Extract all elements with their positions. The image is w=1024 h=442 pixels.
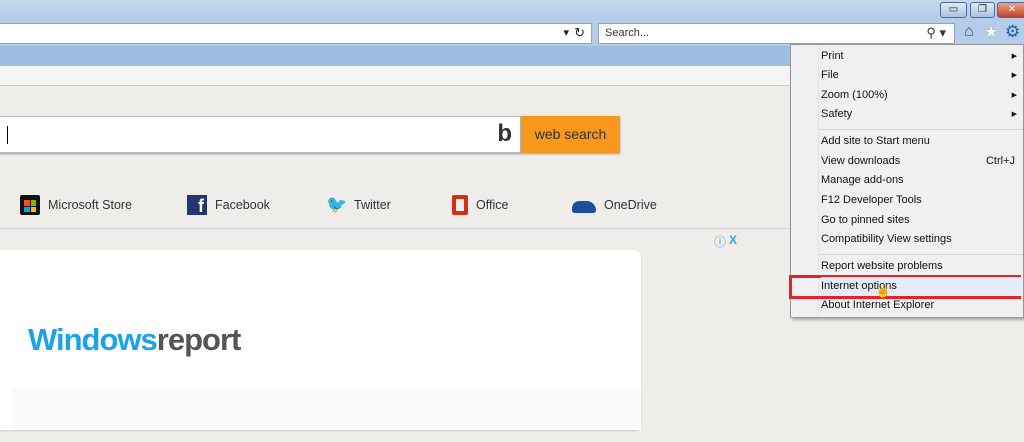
address-bar[interactable]: ▾ ↻: [0, 23, 592, 44]
menu-item-file[interactable]: File ▶: [821, 66, 1021, 85]
divider: [0, 228, 790, 229]
facebook-icon: f: [187, 195, 207, 216]
link-label: Twitter: [354, 198, 391, 212]
menu-label: View downloads: [821, 155, 901, 167]
menu-label: Add site to Start menu: [821, 135, 930, 147]
link-label: Facebook: [215, 198, 270, 212]
link-onedrive[interactable]: OneDrive: [572, 196, 657, 214]
link-label: Office: [476, 198, 509, 212]
menu-label: Report website problems: [821, 260, 943, 272]
search-icon[interactable]: ⚲ ▾: [926, 25, 946, 41]
menu-shortcut: Ctrl+J: [985, 155, 1015, 167]
menu-item-manage-addons[interactable]: Manage add-ons: [821, 171, 1021, 190]
favorites-star-icon[interactable]: ★: [984, 22, 998, 42]
home-icon[interactable]: ⌂: [964, 23, 974, 41]
submenu-arrow-icon: ▶: [1011, 72, 1017, 79]
minimize-button[interactable]: ▭: [940, 2, 967, 18]
menu-separator: [819, 254, 1023, 255]
ad-info-icon[interactable]: ⓘ: [714, 233, 726, 250]
menu-item-about-ie[interactable]: About Internet Explorer: [821, 296, 1021, 315]
ad-close-button[interactable]: X: [729, 233, 737, 247]
menu-item-view-downloads[interactable]: View downloads Ctrl+J: [821, 152, 1021, 171]
submenu-arrow-icon: ▶: [1011, 92, 1017, 99]
menu-item-pinned-sites[interactable]: Go to pinned sites: [821, 211, 1021, 230]
toolbar: ▾ ↻ Search... ⚲ ▾ ⌂ ★ ⚙: [0, 20, 1024, 46]
link-microsoft-store[interactable]: Microsoft Store: [20, 195, 133, 215]
gear-icon[interactable]: ⚙: [1005, 22, 1020, 42]
bing-icon: b: [497, 120, 512, 147]
office-icon: [452, 195, 468, 215]
menu-item-internet-options[interactable]: Internet options: [821, 277, 1021, 296]
menu-label: File: [821, 69, 839, 81]
close-button[interactable]: ✕: [997, 2, 1024, 18]
submenu-arrow-icon: ▶: [1011, 111, 1017, 118]
link-label: Microsoft Store: [48, 198, 133, 212]
menu-item-f12-tools[interactable]: F12 Developer Tools: [821, 191, 1021, 210]
title-bar: ▭ ❐ ✕: [0, 0, 1024, 20]
link-label: OneDrive: [604, 198, 657, 212]
restore-button[interactable]: ❐: [970, 2, 995, 18]
web-search-input[interactable]: b: [0, 116, 521, 153]
menu-item-report-problems[interactable]: Report website problems: [821, 257, 1021, 276]
menu-label: Print: [821, 50, 844, 62]
menu-label: Manage add-ons: [821, 174, 904, 186]
menu-label: Compatibility View settings: [821, 233, 952, 245]
menu-item-safety[interactable]: Safety ▶: [821, 105, 1021, 124]
menu-item-add-site[interactable]: Add site to Start menu: [821, 132, 1021, 151]
windowsreport-logo: Windowsreport: [28, 322, 241, 357]
menu-label: About Internet Explorer: [821, 299, 935, 311]
menu-label: F12 Developer Tools: [821, 194, 922, 206]
microsoft-store-icon: [20, 195, 40, 215]
onedrive-icon: [572, 201, 596, 213]
link-twitter[interactable]: 🐦 Twitter: [326, 195, 391, 214]
ad-footer: [12, 388, 641, 430]
menu-item-print[interactable]: Print ▶: [821, 47, 1021, 66]
menu-item-compat-view[interactable]: Compatibility View settings: [821, 230, 1021, 249]
twitter-icon: 🐦: [326, 195, 348, 214]
search-input[interactable]: Search... ⚲ ▾: [598, 23, 955, 44]
web-search-button[interactable]: web search: [521, 116, 620, 153]
submenu-arrow-icon: ▶: [1011, 53, 1017, 60]
menu-label: Go to pinned sites: [821, 214, 910, 226]
link-facebook[interactable]: f Facebook: [187, 195, 270, 216]
address-dropdown-icon[interactable]: ▾: [563, 26, 569, 39]
menu-separator: [819, 129, 1023, 130]
menu-label: Safety: [821, 108, 853, 120]
link-office[interactable]: Office: [452, 195, 509, 215]
menu-item-zoom[interactable]: Zoom (100%) ▶: [821, 86, 1021, 105]
menu-label: Zoom (100%): [821, 89, 888, 101]
refresh-icon[interactable]: ↻: [574, 25, 585, 41]
tools-menu: Print ▶ File ▶ Zoom (100%) ▶ Safety ▶ Add si…: [789, 44, 1024, 318]
search-placeholder: Search...: [605, 27, 650, 39]
text-cursor: [7, 126, 8, 144]
